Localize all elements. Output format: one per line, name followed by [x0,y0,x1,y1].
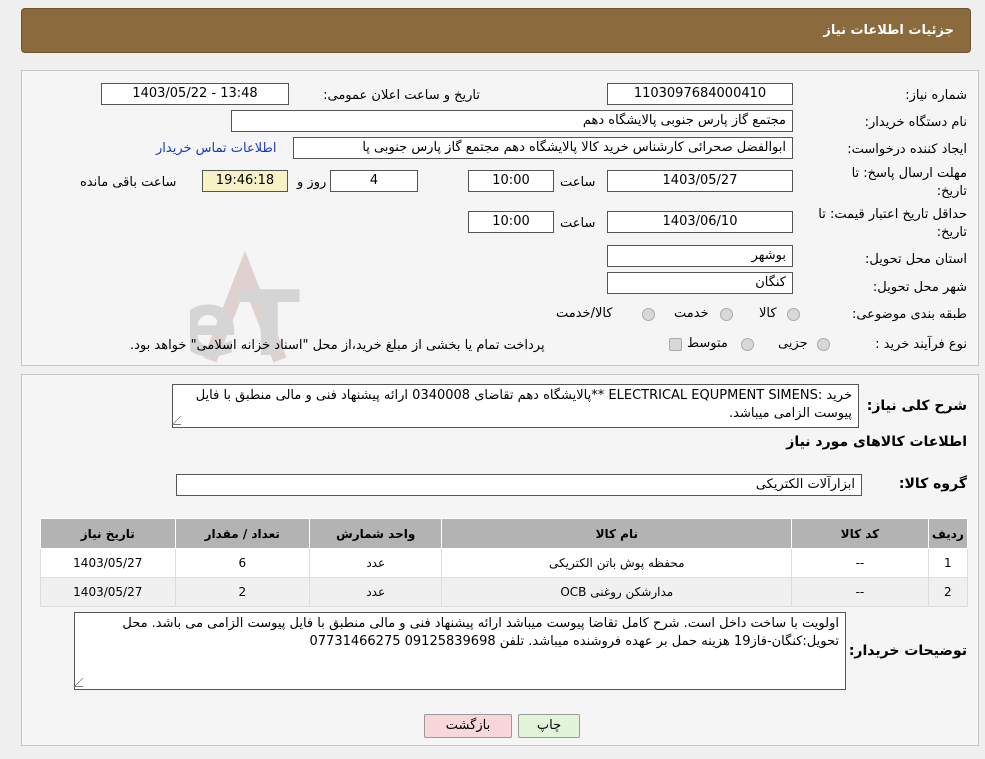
remaining-label: ساعت باقی مانده [80,175,177,190]
buyer-notes-label: توضیحات خریدار: [848,643,967,659]
validity-date-field: 1403/06/10 [607,211,793,233]
table-header-row: ردیف کد کالا نام کالا واحد شمارش تعداد /… [40,518,969,549]
items-table: ردیف کد کالا نام کالا واحد شمارش تعداد /… [40,518,969,607]
goods-section-title: اطلاعات کالاهای مورد نیاز [786,434,967,450]
city-label: شهر محل تحویل: [872,280,967,295]
buyer-contact-link[interactable]: اطلاعات تماس خریدار [156,141,276,156]
category-service-label: خدمت [674,306,709,321]
process-medium-radio[interactable] [741,338,754,351]
cell-code: -- [791,548,929,578]
deadline-label-2: تاریخ: [936,184,967,199]
validity-label: حداقل تاریخ اعتبار قیمت: تا [818,207,967,222]
resize-grip-icon[interactable] [171,416,190,425]
days-label: روز و [297,175,327,190]
buyer-org-field: مجتمع گاز پارس جنوبی پالایشگاه دهم [231,110,793,132]
category-goods-label: کالا [759,306,777,321]
creator-field: ابوالفضل صحرائی کارشناس خرید کالا پالایش… [293,137,793,159]
buyer-org-label: نام دستگاه خریدار: [864,115,967,130]
validity-label-2: تاریخ: [936,225,967,240]
print-button[interactable]: چاپ [518,714,580,738]
table-row: 1 -- محفظه پوش باتن الکتریکی عدد 6 1403/… [40,548,969,578]
process-partial-label: جزیی [778,336,808,351]
cell-qty: 2 [174,577,311,607]
cell-name: مدارشکن روغنی OCB [441,577,793,607]
remaining-time-field: 19:46:18 [202,170,288,192]
resize-grip-icon[interactable] [73,678,92,687]
cell-code: -- [791,577,929,607]
col-date-header: تاریخ نیاز [40,518,176,549]
cell-qty: 6 [174,548,311,578]
announce-field: 1403/05/22 - 13:48 [101,83,289,105]
validity-time-field: 10:00 [468,211,554,233]
cell-unit: عدد [309,548,443,578]
page-title: جزئیات اطلاعات نیاز [823,23,954,38]
deadline-date-field: 1403/05/27 [607,170,793,192]
cell-date: 1403/05/27 [40,548,176,578]
goods-group-label: گروه کالا: [898,476,967,492]
category-both-radio[interactable] [642,308,655,321]
summary-field: خرید :ELECTRICAL EQUPMENT SIMENS **پالای… [171,384,859,428]
process-note: پرداخت تمام یا بخشی از مبلغ خرید،از محل … [130,338,545,353]
announce-label: تاریخ و ساعت اعلان عمومی: [323,88,480,103]
deadline-label: مهلت ارسال پاسخ: تا [851,166,967,181]
col-name-header: نام کالا [441,518,793,549]
city-field: کنگان [607,272,793,294]
category-goods-radio[interactable] [787,308,800,321]
cell-date: 1403/05/27 [40,577,176,607]
col-unit-header: واحد شمارش [309,518,443,549]
col-code-header: کد کالا [791,518,929,549]
summary-label: شرح کلی نیاز: [866,398,967,414]
process-partial-radio[interactable] [817,338,830,351]
cell-name: محفظه پوش باتن الکتریکی [441,548,793,578]
province-field: بوشهر [607,245,793,267]
cell-row: 1 [927,548,969,578]
validity-time-label: ساعت [560,216,596,231]
summary-text: خرید :ELECTRICAL EQUPMENT SIMENS **پالای… [195,388,852,421]
category-both-label: کالا/خدمت [556,306,613,321]
province-label: استان محل تحویل: [865,252,967,267]
goods-group-field: ابزارآلات الکتریکی [176,474,862,496]
category-service-radio[interactable] [720,308,733,321]
buyer-notes-text: اولویت با ساخت داخل است. شرح کامل تقاضا … [122,616,839,649]
col-row-header: ردیف [927,518,969,549]
back-button[interactable]: بازگشت [424,714,512,738]
page-header: جزئیات اطلاعات نیاز [21,8,971,53]
process-medium-label: متوسط [687,336,728,351]
creator-label: ایجاد کننده درخواست: [847,142,967,157]
cell-unit: عدد [309,577,443,607]
deadline-time-label: ساعت [560,175,596,190]
need-number-label: شماره نیاز: [905,88,967,103]
buyer-notes-field: اولویت با ساخت داخل است. شرح کامل تقاضا … [73,612,846,690]
deadline-time-field: 10:00 [468,170,554,192]
cell-row: 2 [927,577,969,607]
process-label: نوع فرآیند خرید : [875,337,967,352]
col-qty-header: تعداد / مقدار [174,518,311,549]
need-number-field: 1103097684000410 [607,83,793,105]
days-field: 4 [330,170,418,192]
treasury-checkbox[interactable] [669,338,682,351]
category-label: طبقه بندی موضوعی: [851,307,967,322]
table-row: 2 -- مدارشکن روغنی OCB عدد 2 1403/05/27 [40,577,969,607]
